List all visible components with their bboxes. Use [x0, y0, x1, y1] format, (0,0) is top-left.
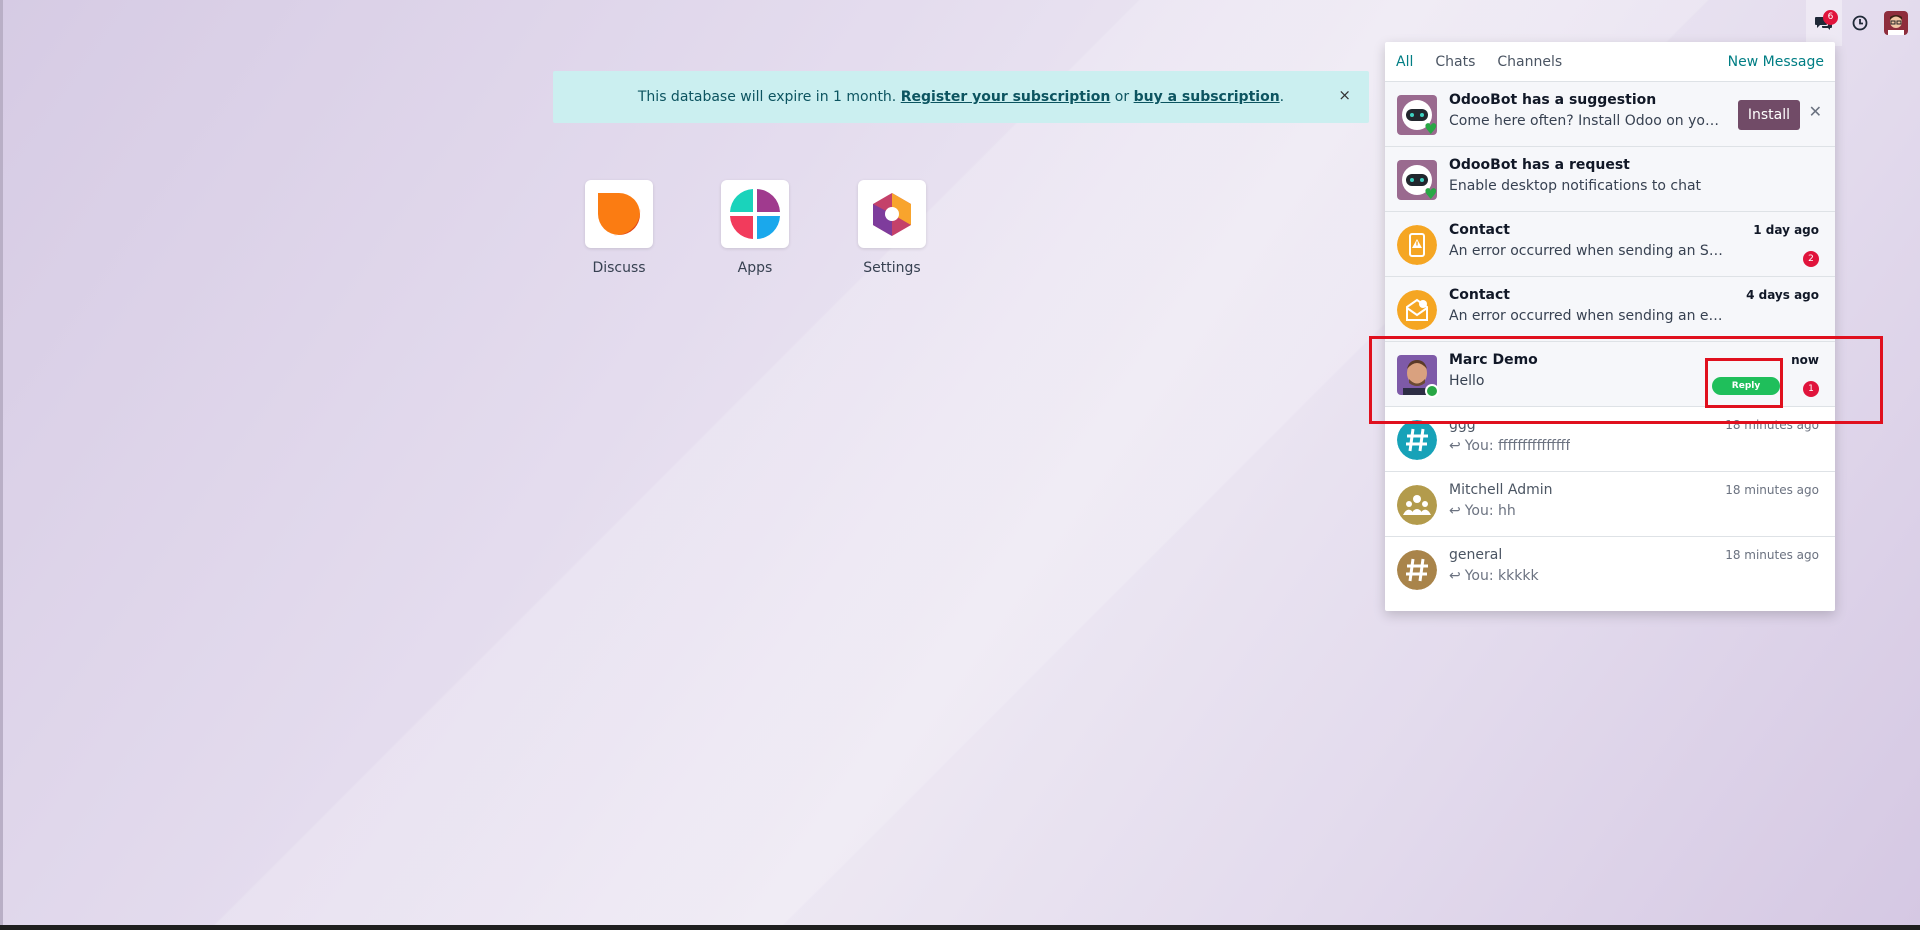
clock-icon	[1852, 15, 1868, 31]
settings-app-icon	[858, 180, 926, 248]
notification-body: An error occurred when sending an email	[1449, 308, 1729, 324]
users-icon	[1397, 485, 1437, 525]
notification-time: 18 minutes ago	[1725, 548, 1819, 562]
unread-count-badge: 1	[1803, 381, 1819, 397]
reply-arrow-icon: ↩	[1449, 438, 1461, 454]
notification-contact-email-error[interactable]: Contact An error occurred when sending a…	[1385, 277, 1835, 342]
install-button[interactable]: Install	[1737, 100, 1800, 130]
notification-channel-general[interactable]: general ↩ You: kkkkk 18 minutes ago	[1385, 537, 1835, 602]
register-subscription-link[interactable]: Register your subscription	[901, 89, 1111, 105]
reply-arrow-icon: ↩	[1449, 503, 1461, 519]
messaging-panel: All Chats Channels New Message ♥ OdooBot…	[1385, 42, 1835, 611]
new-message-button[interactable]: New Message	[1728, 54, 1824, 70]
channel-avatar	[1397, 550, 1437, 590]
notification-contact-sms-error[interactable]: Contact An error occurred when sending a…	[1385, 212, 1835, 277]
messaging-menu-button[interactable]: 6	[1806, 0, 1842, 46]
last-message-preview: You: kkkkk	[1464, 568, 1539, 584]
notification-time: 18 minutes ago	[1725, 418, 1819, 432]
group-avatar	[1397, 485, 1437, 525]
tab-channels[interactable]: Channels	[1497, 54, 1562, 70]
notification-channel-ggg[interactable]: ggg ↩ You: fffffffffffffff 18 minutes ago	[1385, 407, 1835, 472]
bottom-bar	[0, 925, 1920, 930]
heart-icon: ♥	[1424, 185, 1438, 203]
reply-arrow-icon: ↩	[1449, 568, 1461, 584]
app-label: Apps	[737, 260, 773, 276]
discuss-app-icon	[585, 180, 653, 248]
notification-time: now	[1791, 353, 1819, 367]
banner-close-button[interactable]: ×	[1338, 86, 1351, 104]
user-avatar[interactable]	[1884, 11, 1908, 35]
dismiss-icon[interactable]: ✕	[1809, 102, 1822, 121]
unread-count-badge: 2	[1803, 251, 1819, 267]
banner-text: This database will expire in 1 month.	[637, 89, 901, 105]
notification-title: OdooBot has a suggestion	[1449, 92, 1657, 108]
hashtag-icon	[1397, 420, 1437, 460]
phone-warning-icon	[1397, 225, 1437, 265]
banner-middle-text: or	[1110, 89, 1134, 105]
notification-time: 18 minutes ago	[1725, 483, 1819, 497]
notification-title: general	[1449, 547, 1503, 563]
notification-body: An error occurred when sending an SMS	[1449, 243, 1729, 259]
channel-avatar	[1397, 420, 1437, 460]
buy-subscription-link[interactable]: buy a subscription	[1134, 89, 1280, 105]
notification-odoobot-suggestion[interactable]: ♥ OdooBot has a suggestion Come here oft…	[1385, 82, 1835, 147]
notification-title: OdooBot has a request	[1449, 157, 1630, 173]
notification-body: ↩ You: fffffffffffffff	[1449, 438, 1570, 454]
notification-mitchell-admin[interactable]: Mitchell Admin ↩ You: hh 18 minutes ago	[1385, 472, 1835, 537]
app-apps[interactable]: Apps	[715, 180, 795, 276]
app-label: Settings	[863, 260, 921, 276]
notification-marc-demo[interactable]: Marc Demo Hello now 1 Reply	[1385, 342, 1835, 407]
banner-end-text: .	[1279, 89, 1285, 105]
notification-title: Mitchell Admin	[1449, 482, 1553, 498]
notification-body: ↩ You: kkkkk	[1449, 568, 1539, 584]
online-status-icon	[1425, 384, 1439, 398]
envelope-warning-icon	[1397, 290, 1437, 330]
tab-all[interactable]: All	[1396, 54, 1413, 70]
notification-title: Contact	[1449, 222, 1510, 238]
user-avatar-icon	[1884, 11, 1908, 35]
tab-chats[interactable]: Chats	[1435, 54, 1475, 70]
messages-count-badge: 6	[1823, 10, 1838, 25]
app-discuss[interactable]: Discuss	[579, 180, 659, 276]
notification-body: ↩ You: hh	[1449, 503, 1516, 519]
systray: 6	[1806, 0, 1920, 46]
notification-time: 4 days ago	[1746, 288, 1819, 302]
expiration-banner: This database will expire in 1 month. Re…	[553, 71, 1369, 123]
notification-body: Enable desktop notifications to chat	[1449, 178, 1702, 194]
activity-menu-button[interactable]	[1842, 0, 1878, 46]
notification-odoobot-request[interactable]: ♥ OdooBot has a request Enable desktop n…	[1385, 147, 1835, 212]
messaging-panel-header: All Chats Channels New Message	[1385, 42, 1835, 82]
notification-title: Marc Demo	[1449, 352, 1538, 368]
app-label: Discuss	[592, 260, 646, 276]
reply-button[interactable]: Reply	[1712, 377, 1780, 395]
sms-failure-avatar	[1397, 225, 1437, 265]
app-settings[interactable]: Settings	[852, 180, 932, 276]
heart-icon: ♥	[1424, 120, 1438, 138]
notification-title: ggg	[1449, 417, 1476, 433]
left-edge	[0, 0, 3, 925]
notification-time: 1 day ago	[1753, 223, 1819, 237]
notification-title: Contact	[1449, 287, 1510, 303]
apps-app-icon	[721, 180, 789, 248]
email-failure-avatar	[1397, 290, 1437, 330]
hashtag-icon	[1397, 550, 1437, 590]
last-message-preview: You: fffffffffffffff	[1464, 438, 1571, 454]
last-message-preview: You: hh	[1464, 503, 1516, 519]
notification-body: Come here often? Install Odoo on your de…	[1449, 113, 1725, 129]
notification-body: Hello	[1449, 373, 1485, 389]
